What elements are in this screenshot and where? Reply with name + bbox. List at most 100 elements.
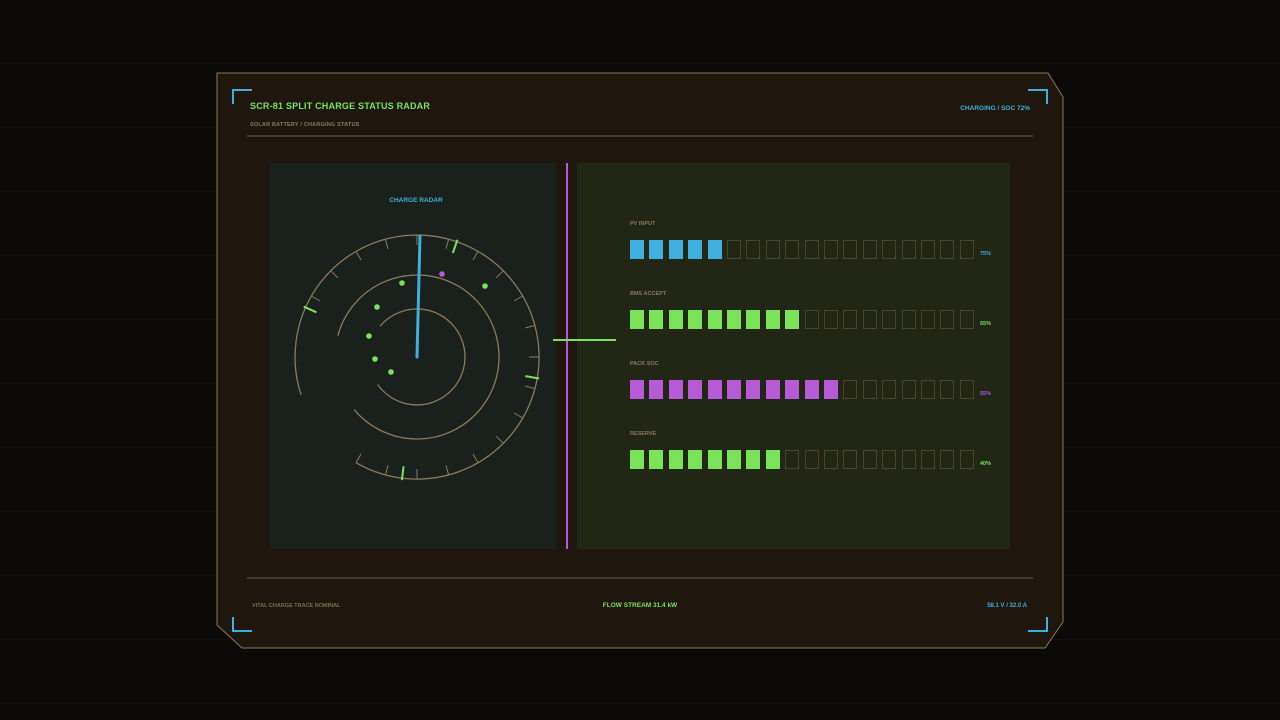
- radar-blip: [366, 333, 372, 339]
- bar-segment-empty: [843, 240, 858, 259]
- bar-segment-empty: [901, 450, 916, 469]
- radar-tick: [355, 251, 362, 261]
- bar-segment-empty: [727, 240, 741, 259]
- bar-segment-filled: [804, 380, 819, 399]
- radar-highlight-tick: [303, 305, 317, 314]
- bar-segment-empty: [901, 240, 916, 259]
- radar-tick: [384, 465, 389, 475]
- bar-label: RESERVE: [630, 431, 657, 437]
- bar-percent: 55%: [980, 391, 992, 397]
- radar-blip: [372, 356, 378, 362]
- voltage-current-readout: 58.1 V / 32.0 A: [987, 603, 1027, 609]
- bar-segment-filled: [824, 380, 838, 399]
- radar-tick: [472, 453, 479, 463]
- bar-segment-empty: [882, 310, 897, 329]
- bar-segment-filled: [707, 240, 722, 259]
- radar-sweep-line: [415, 234, 422, 359]
- radar-tick: [525, 324, 535, 329]
- bar-segment-filled: [707, 380, 722, 399]
- bar-segment-empty: [824, 240, 838, 259]
- bar-percent: 65%: [980, 321, 992, 327]
- bar-segment-filled: [630, 450, 644, 469]
- bar-segment-empty: [804, 240, 819, 259]
- bar-segment-filled: [688, 450, 703, 469]
- bar-segment-filled: [746, 310, 761, 329]
- bar-segment-empty: [959, 310, 974, 329]
- radar-tick: [495, 435, 504, 444]
- bar-segment-empty: [765, 240, 780, 259]
- radar-tick: [384, 239, 389, 249]
- bar-segment-empty: [862, 450, 877, 469]
- radar-tick: [525, 385, 535, 390]
- bar-segment-filled: [649, 380, 664, 399]
- radar-tick: [445, 239, 450, 249]
- bar-segment-empty: [843, 450, 858, 469]
- bar-percent: 75%: [980, 251, 992, 257]
- bar-segment-empty: [843, 310, 858, 329]
- radar-tick: [472, 251, 479, 261]
- bar-segment-empty: [940, 240, 955, 259]
- bar-segment-filled: [649, 450, 664, 469]
- bar-segment-filled: [707, 310, 722, 329]
- bar-segment-empty: [804, 450, 819, 469]
- bar-segment-empty: [882, 240, 897, 259]
- bar-segment-empty: [959, 240, 974, 259]
- radar-tick: [330, 270, 339, 279]
- bar-segment-filled: [630, 310, 644, 329]
- bar-segment-filled: [727, 450, 741, 469]
- bar-segment-filled: [688, 380, 703, 399]
- bar-segment-filled: [630, 380, 644, 399]
- bar-segment-empty: [843, 380, 858, 399]
- bar-segment-empty: [921, 450, 935, 469]
- bar-segment-empty: [746, 240, 761, 259]
- bar-segment-empty: [959, 380, 974, 399]
- radar-tick: [513, 412, 523, 419]
- bar-segment-filled: [765, 450, 780, 469]
- bar-segment-filled: [765, 380, 780, 399]
- bar-segment-filled: [746, 380, 761, 399]
- bar-segment-filled: [688, 310, 703, 329]
- bar-segment-filled: [707, 450, 722, 469]
- bar-segment-empty: [921, 380, 935, 399]
- bar-segment-filled: [765, 310, 780, 329]
- bar-segment-filled: [649, 310, 664, 329]
- radar-tick: [355, 453, 362, 463]
- bar-segment-empty: [940, 380, 955, 399]
- bar-segment-empty: [824, 310, 838, 329]
- bar-segment-filled: [746, 450, 761, 469]
- radar-tick: [513, 295, 523, 302]
- bar-segment-filled: [727, 380, 741, 399]
- bar-segment-filled: [668, 310, 683, 329]
- bar-label: BMS ACCEPT: [630, 291, 667, 297]
- bar-segment-empty: [882, 380, 897, 399]
- radar-tick: [311, 295, 321, 302]
- radar-marker: [439, 271, 445, 277]
- bar-segment-filled: [630, 240, 644, 259]
- bar-segment-empty: [959, 450, 974, 469]
- bar-label: PACK SOC: [630, 361, 659, 367]
- bar-percent: 40%: [980, 461, 992, 467]
- bar-segment-filled: [785, 310, 800, 329]
- radar-tick: [445, 465, 450, 475]
- bar-segment-empty: [882, 450, 897, 469]
- bar-segment-empty: [862, 310, 877, 329]
- bar-label: PV INPUT: [630, 221, 656, 227]
- bar-segment-empty: [862, 240, 877, 259]
- radar-blip: [388, 369, 394, 375]
- bar-segment-empty: [785, 240, 800, 259]
- bar-segment-empty: [862, 380, 877, 399]
- bar-segment-empty: [901, 310, 916, 329]
- bar-segment-empty: [901, 380, 916, 399]
- bar-segment-empty: [940, 450, 955, 469]
- bar-segment-empty: [824, 450, 838, 469]
- bar-segment-filled: [668, 380, 683, 399]
- radar-blip: [399, 280, 405, 286]
- bar-segment-filled: [785, 380, 800, 399]
- radar-scope: [294, 163, 616, 549]
- radar-ring-inner: [377, 308, 466, 406]
- bar-segment-empty: [804, 310, 819, 329]
- bar-segment-empty: [785, 450, 800, 469]
- bar-segment-empty: [921, 240, 935, 259]
- bar-segment-filled: [649, 240, 664, 259]
- bar-segment-empty: [921, 310, 935, 329]
